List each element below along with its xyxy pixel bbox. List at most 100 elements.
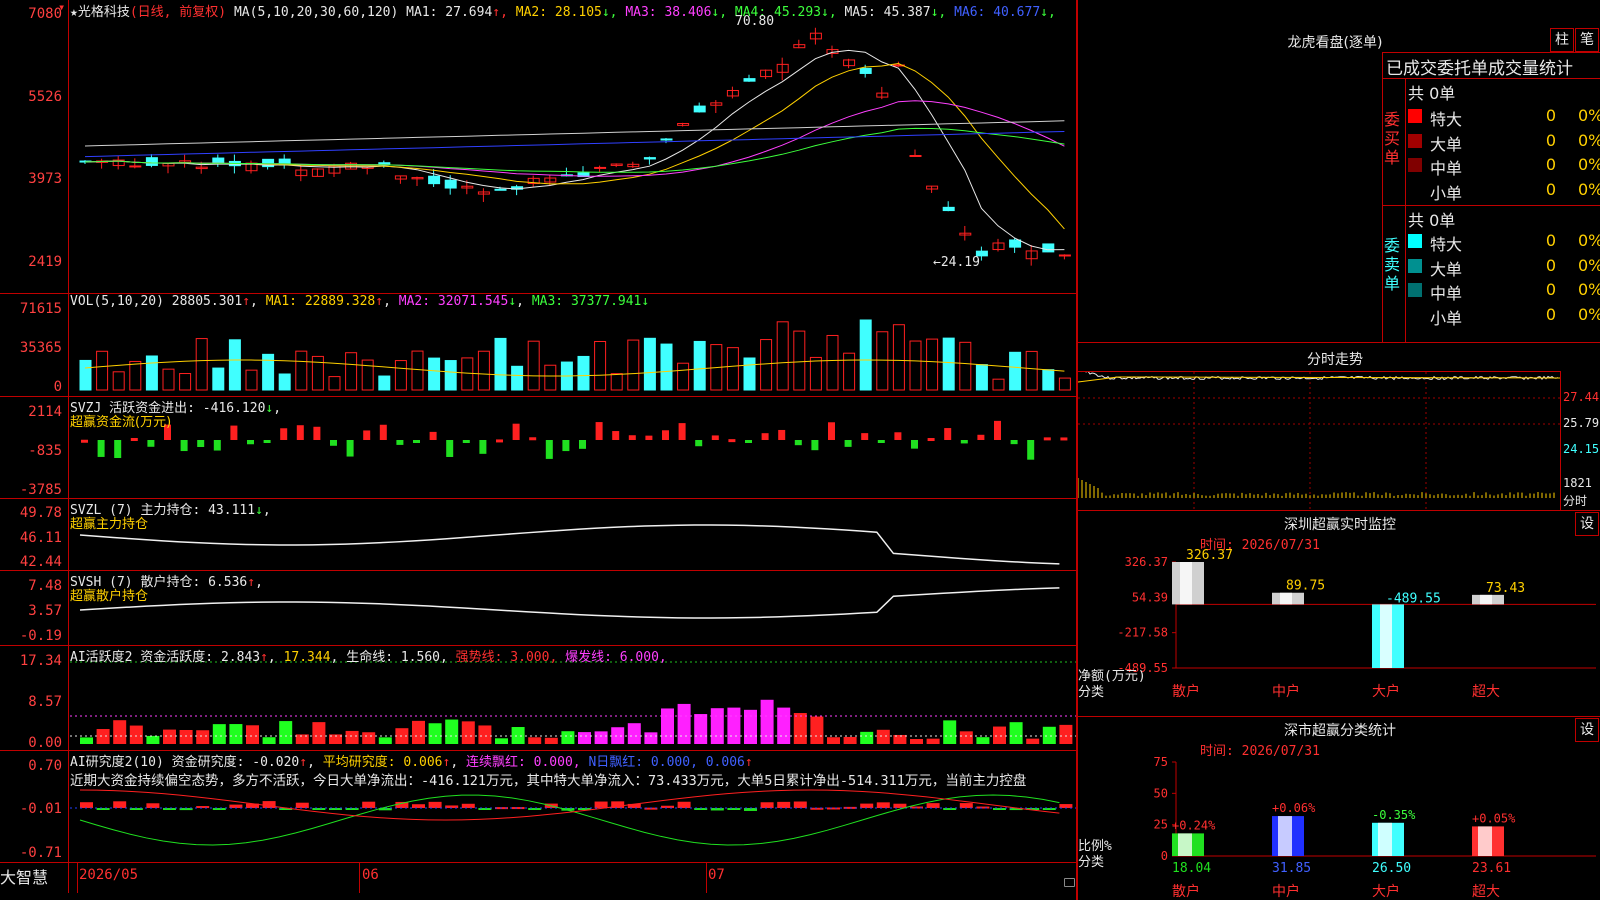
research-bar [511,807,525,810]
activity-bar [378,737,392,744]
bar-mode-button[interactable]: 柱 [1550,28,1574,52]
fund-flow-bar [114,440,122,458]
research-bar [993,808,1006,810]
price-axis-label: 3973 [28,171,62,187]
activity-bar [428,723,442,744]
intraday-axis-label: 27.44 [1563,390,1600,404]
order-size-label: 特大 [1430,110,1463,129]
fund-flow-bar [562,440,570,452]
intraday-axis-label: 1821 [1563,476,1592,490]
volume-bar [361,359,374,391]
arrow-down-icon: ↓, [930,5,955,20]
volume-bar [112,371,125,391]
activity-bar [876,729,890,744]
change-label: +0.06% [1272,801,1316,815]
volume-bar [1025,350,1038,391]
activity-bar [744,709,757,744]
ai-active-axis-label: 8.57 [28,694,62,710]
volume-bar [328,376,341,391]
fund-flow-bar [911,440,918,449]
candle-body [660,138,673,141]
volume-bar [544,364,557,391]
order-size-row: 小单 0 0% [1408,303,1600,328]
fund-flow-bar [645,435,653,440]
candle-body [693,105,706,113]
volume-bar [79,359,92,391]
order-count: 0 [1545,106,1556,125]
fund-flow-bar [81,439,88,443]
fund-flow-bar [197,440,205,448]
fund-flow-bar [396,440,404,445]
line-mode-button[interactable]: 笔 [1575,28,1599,52]
volume-bar [162,368,175,391]
candle-body [743,78,756,82]
volume-bar [228,339,241,391]
order-percent: 0% [1578,255,1600,275]
activity-bar [710,708,724,744]
arrow-up-icon: ↑ [299,755,308,770]
fund-flow-bar [894,432,902,440]
low-price-marker: ←24.19 [933,255,980,270]
research-bar [926,803,940,808]
candle-body [643,157,656,160]
moving-average-line [84,49,1065,251]
research-bar [760,802,774,808]
ma-params[interactable]: MA(5,10,20,30,60,120) [234,5,398,20]
fund-flow-bar [180,440,188,452]
activity-bar [129,725,143,744]
activity-bar [544,737,558,744]
sz-monitor-chart: 时间: 2026/07/31326.3754.39-217.58-489.553… [1078,538,1596,700]
ma-value: MA5: 45.387 [844,5,931,20]
arrow-up-icon: ↑, [492,5,516,20]
activity-bar [163,729,176,744]
activity-bar [445,719,459,744]
stock-name[interactable]: ★光格科技 [70,5,130,20]
arrow-down-icon: ↓ [508,294,517,309]
order-size-label: 中单 [1430,159,1463,178]
ai-active-header: AI活跃度2 资金活跃度: 2.843↑, 17.344, 生命线: 1.560… [70,650,667,665]
ai-active-title[interactable]: AI活跃度2 资金活跃度: 2.843 [70,650,260,665]
volume-bar [809,356,822,391]
date-tick [77,863,78,893]
volume-bar [926,338,939,391]
volume-bar [992,378,1005,391]
activity-bar [412,720,425,744]
ai-active-v2: 17.344 [283,650,331,665]
fund-flow-bar [612,431,620,440]
research-bar [661,805,674,808]
dragon-tiger-title: 龙虎看盘(逐单) [1287,35,1383,51]
arrow-down-icon: ↓, [821,5,845,20]
order-size-row: 中单 0 0% [1408,278,1600,303]
volume-title[interactable]: VOL(5,10,20) [70,294,164,309]
candle-body [1058,254,1071,257]
fund-flow-bar [363,430,371,440]
volume-ma2: MA2: 32071.545 [398,294,509,309]
volume-bar [760,339,773,391]
order-size-label: 特大 [1430,235,1463,254]
volume-bar [826,334,839,391]
activity-bar [694,714,708,744]
volume-bar [942,337,955,391]
category-label: 大户 [1372,883,1400,900]
svsh-axis-label: -0.19 [19,628,62,644]
research-bar [727,808,741,810]
pane-divider [1382,205,1600,206]
arrow-down-icon: ↓, [601,5,626,20]
pane-divider [1382,78,1600,79]
date-label: 2026/05 [79,867,139,883]
volume-bar [444,360,457,391]
activity-bar [959,731,973,744]
research-bar [262,801,276,808]
ai-research-title[interactable]: AI研究度2(10) 资金研究度: -0.020 [70,755,299,770]
adjust-mode[interactable]: (日线, 前复权) [130,5,226,20]
x-axis-title: 分类 [1078,855,1104,870]
category-label: 超大 [1472,884,1500,900]
ai-active-strong: 强势线: 3.000, [455,650,558,665]
lock-icon[interactable] [1064,878,1075,887]
intraday-chart[interactable] [1078,372,1560,510]
fund-flow-bar [213,440,221,451]
fund-flow-bar [828,422,835,440]
bar-highlight [1278,816,1292,856]
main-position-line [79,524,1060,565]
candle-body [942,206,955,212]
